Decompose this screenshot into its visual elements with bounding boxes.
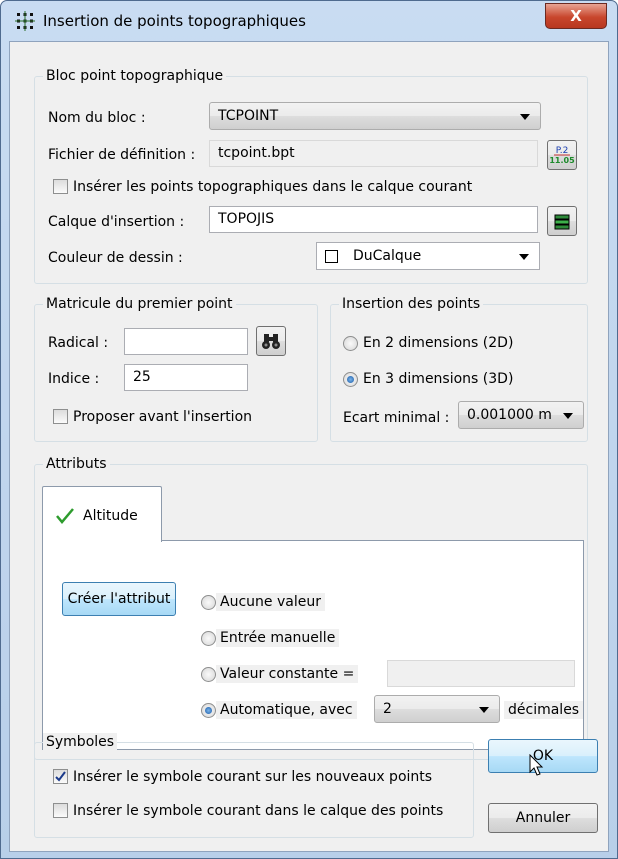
nom-bloc-value: TCPOINT <box>218 108 279 124</box>
decimales-value: 2 <box>383 701 392 717</box>
calque-insertion-label: Calque d'insertion : <box>48 214 185 230</box>
checkmark-icon <box>56 508 74 524</box>
ecart-minimal-value: 0.001000 m <box>467 407 552 423</box>
color-swatch-icon <box>325 250 338 263</box>
radio-automatique[interactable] <box>201 703 216 718</box>
radio-entree-manuelle[interactable] <box>201 631 216 646</box>
creer-attribut-button[interactable]: Créer l'attribut <box>62 582 176 616</box>
binoculars-icon <box>262 334 280 349</box>
symbole-calque-points-checkbox[interactable] <box>53 803 68 818</box>
nom-bloc-label: Nom du bloc : <box>48 110 146 126</box>
proposer-avant-insertion-label: Proposer avant l'insertion <box>73 409 253 425</box>
chevron-down-icon <box>563 413 573 419</box>
fichier-definition-field: tcpoint.bpt <box>209 140 538 167</box>
indice-value: 25 <box>133 369 151 385</box>
dialog-client-area: Bloc point topographique Nom du bloc : T… <box>9 41 609 852</box>
nom-bloc-select[interactable]: TCPOINT <box>209 102 541 130</box>
mouse-cursor-icon <box>529 754 544 776</box>
inserer-calque-courant-label: Insérer les points topographiques dans l… <box>73 179 473 195</box>
tab-altitude[interactable]: Altitude <box>42 486 162 542</box>
radio-valeur-constante-label: Valeur constante = <box>216 665 359 683</box>
radio-3d[interactable] <box>343 372 358 387</box>
radical-label: Radical : <box>48 335 109 351</box>
couleur-dessin-label: Couleur de dessin : <box>48 250 183 266</box>
radio-aucune-valeur[interactable] <box>201 595 216 610</box>
chevron-down-icon <box>519 254 529 260</box>
ecart-minimal-label: Ecart minimal : <box>343 410 450 426</box>
decimales-label: décimales <box>504 701 584 719</box>
calque-insertion-field[interactable]: TOPOJIS <box>209 206 538 233</box>
radical-input[interactable] <box>124 328 248 355</box>
grid-points-icon <box>15 11 35 31</box>
layers-icon <box>554 214 570 230</box>
fichier-definition-value: tcpoint.bpt <box>218 145 295 161</box>
fichier-definition-label: Fichier de définition : <box>48 147 196 163</box>
group-insertion-title: Insertion des points <box>339 295 484 313</box>
symbole-calque-points-label: Insérer le symbole courant dans le calqu… <box>73 803 444 819</box>
radio-automatique-label: Automatique, avec <box>216 701 357 719</box>
close-icon: X <box>570 7 582 25</box>
group-attributs-title: Attributs <box>43 455 110 473</box>
close-button[interactable]: X <box>545 3 607 29</box>
proposer-avant-insertion-checkbox[interactable] <box>53 409 68 424</box>
calque-insertion-value: TOPOJIS <box>218 211 275 227</box>
calque-insertion-button[interactable] <box>547 206 577 236</box>
radio-2d-label: En 2 dimensions (2D) <box>363 335 514 351</box>
ecart-minimal-select[interactable]: 0.001000 m <box>458 401 584 429</box>
search-radical-button[interactable] <box>256 326 286 356</box>
group-symboles-title: Symboles <box>43 733 118 751</box>
annuler-button[interactable]: Annuler <box>488 803 598 833</box>
checkmark-icon <box>55 771 66 782</box>
inserer-calque-courant-checkbox[interactable] <box>53 179 68 194</box>
dialog-window: Insertion de points topographiques X Blo… <box>0 0 618 859</box>
chevron-down-icon <box>520 114 530 120</box>
decimales-select[interactable]: 2 <box>374 695 500 723</box>
fichier-definition-button[interactable]: P.2 11.05 <box>547 140 577 170</box>
radio-3d-label: En 3 dimensions (3D) <box>363 371 514 387</box>
group-matricule-title: Matricule du premier point <box>43 295 236 313</box>
radio-2d[interactable] <box>343 336 358 351</box>
indice-label: Indice : <box>48 371 100 387</box>
group-symboles: Symboles <box>34 733 474 838</box>
tab-altitude-label: Altitude <box>83 508 138 524</box>
title-bar[interactable]: Insertion de points topographiques X <box>1 1 617 41</box>
symbole-nouveaux-points-label: Insérer le symbole courant sur les nouve… <box>73 769 433 785</box>
valeur-constante-input[interactable] <box>387 660 575 687</box>
window-title: Insertion de points topographiques <box>43 12 306 30</box>
point-definition-icon: P.2 11.05 <box>549 146 575 165</box>
couleur-dessin-value: DuCalque <box>353 248 422 264</box>
symbole-nouveaux-points-checkbox[interactable] <box>53 769 68 784</box>
group-bloc-title: Bloc point topographique <box>43 67 227 85</box>
couleur-dessin-select[interactable]: DuCalque <box>316 242 540 270</box>
chevron-down-icon <box>479 707 489 713</box>
indice-input[interactable]: 25 <box>124 364 248 391</box>
svg-text:11.05: 11.05 <box>549 156 575 165</box>
radio-entree-manuelle-label: Entrée manuelle <box>216 629 340 647</box>
radio-valeur-constante[interactable] <box>201 667 216 682</box>
radio-aucune-valeur-label: Aucune valeur <box>216 593 325 611</box>
